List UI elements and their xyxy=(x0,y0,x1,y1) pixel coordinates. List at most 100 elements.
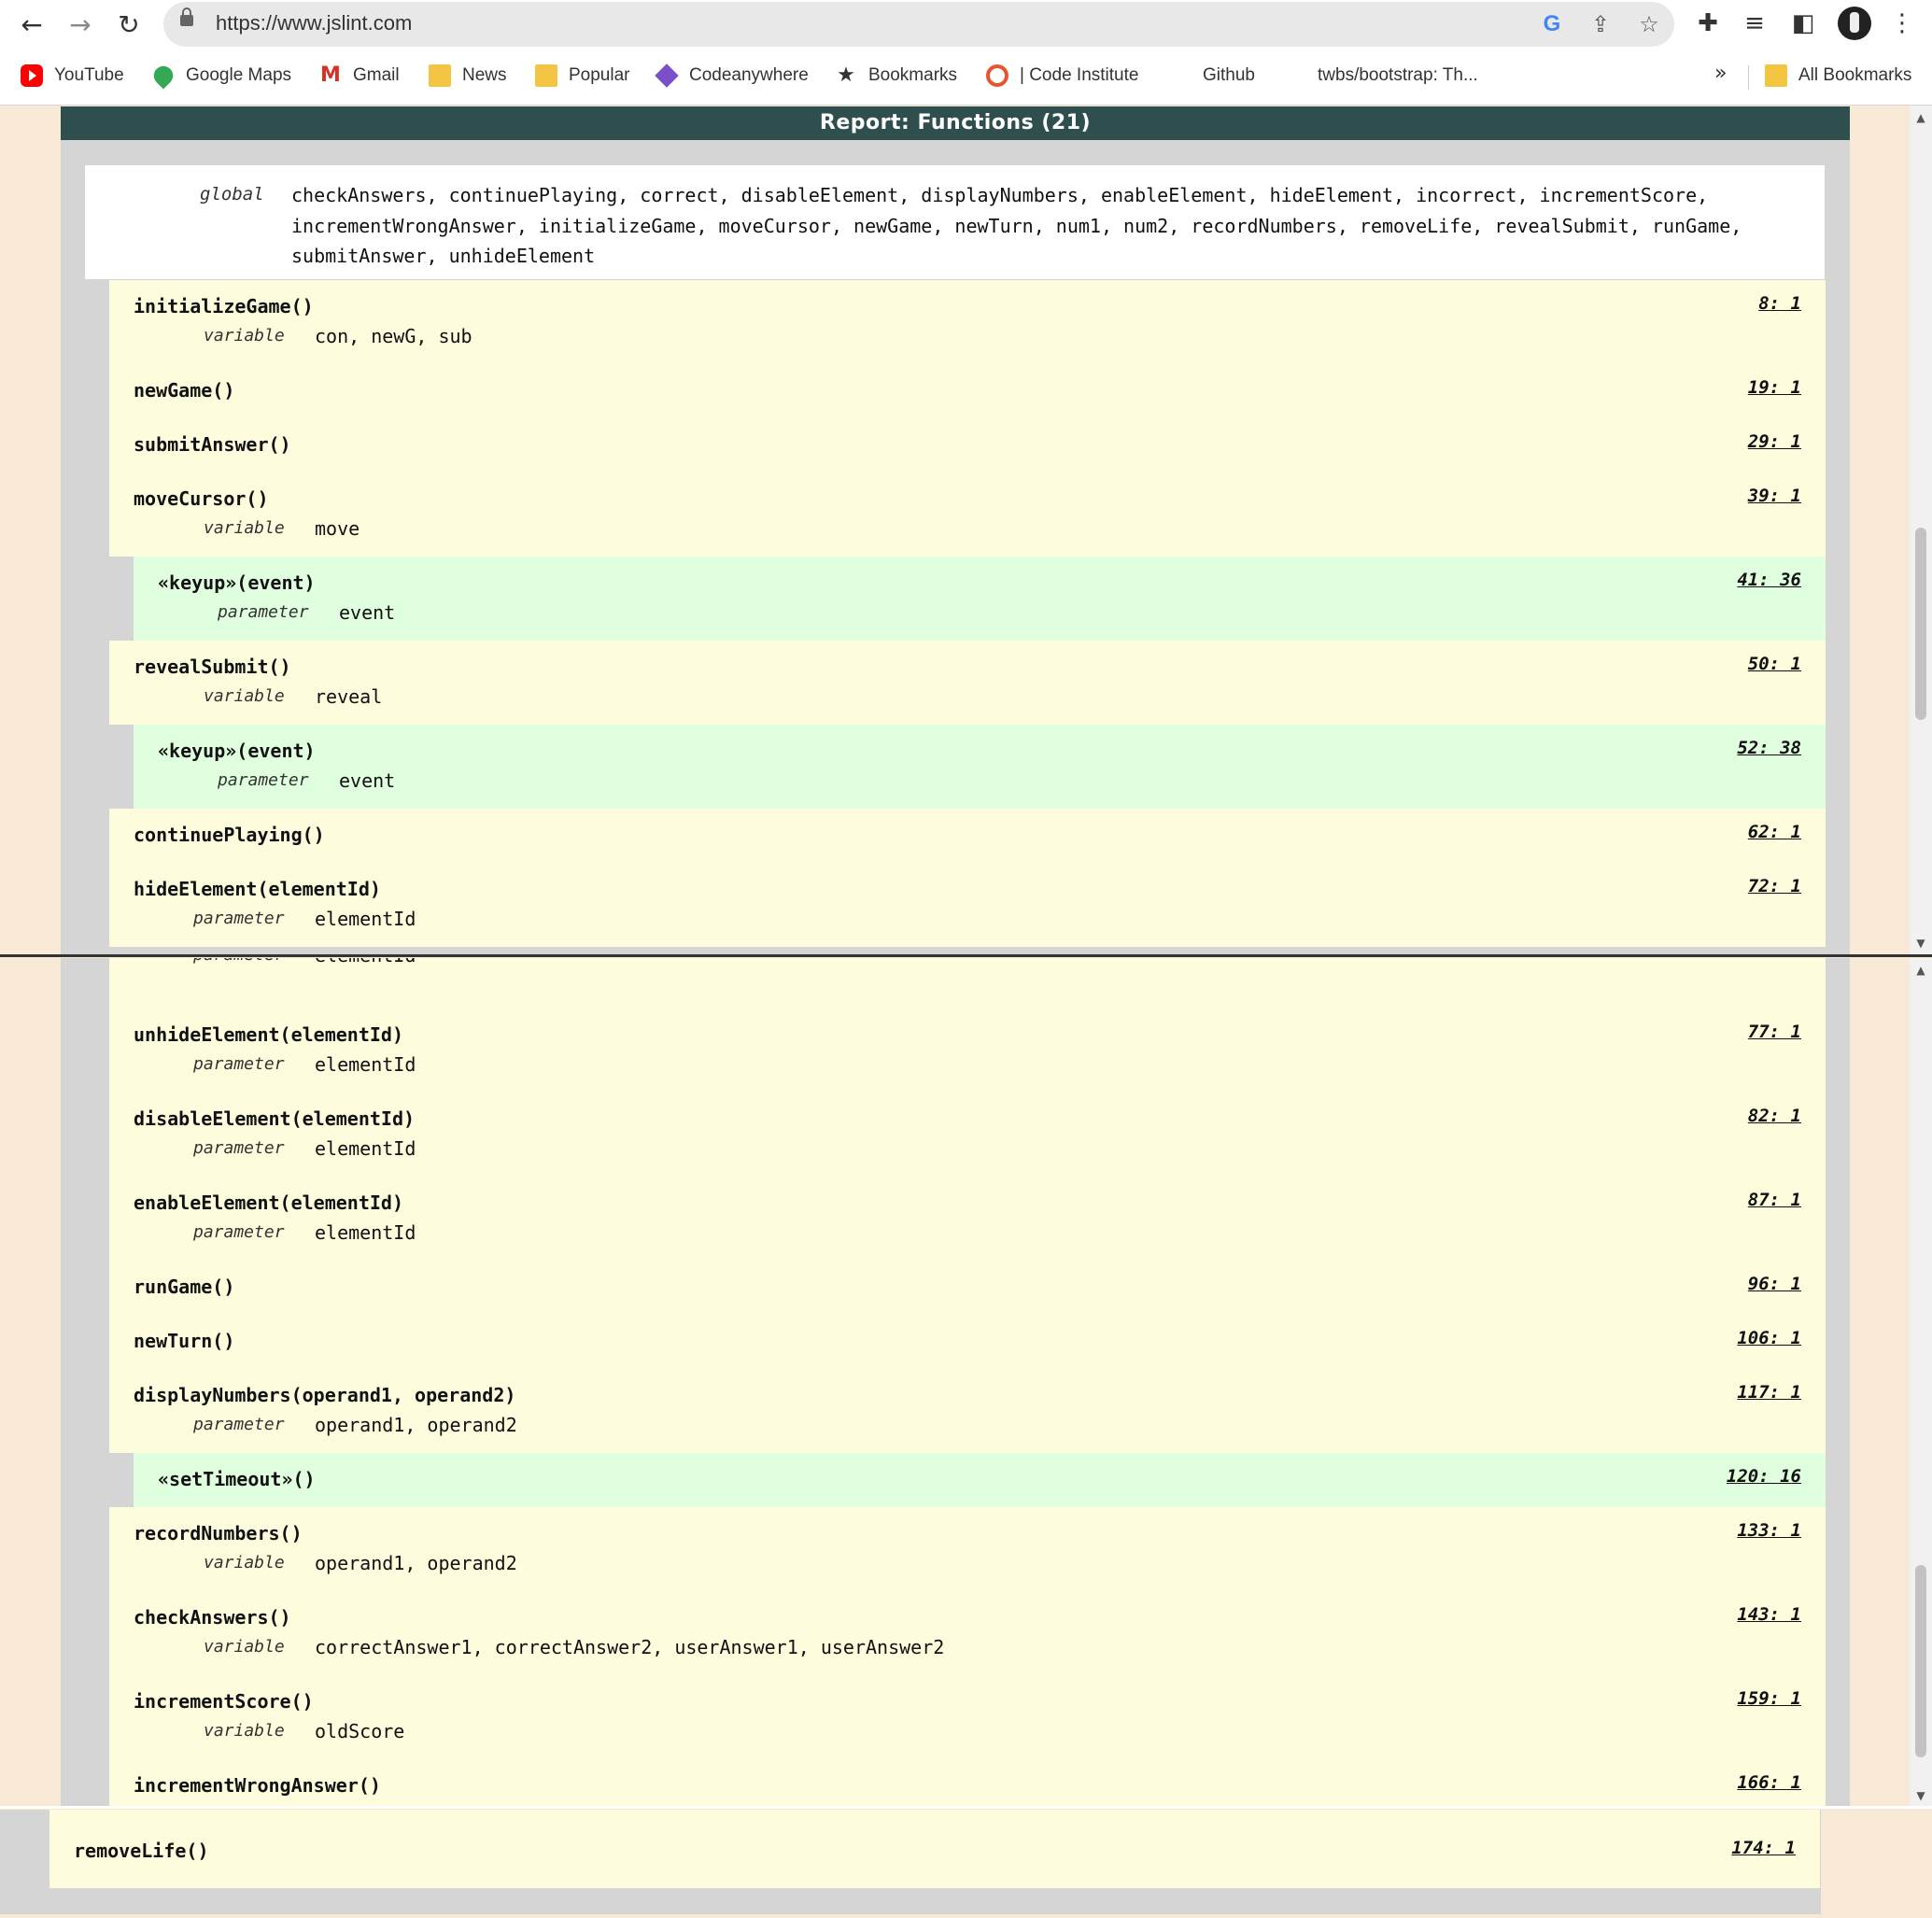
profile-avatar[interactable] xyxy=(1838,7,1871,40)
function-signature: revealSubmit() xyxy=(134,656,291,678)
bookmarks-overflow-button[interactable]: » xyxy=(1714,62,1727,85)
function-signature: newGame() xyxy=(134,379,235,402)
declaration-names: elementId xyxy=(315,1137,416,1160)
function-row-partial: parameter elementId xyxy=(109,958,1826,1008)
bookmark-gmail[interactable]: M Gmail xyxy=(319,62,400,90)
line-column-link[interactable]: 174: 1 xyxy=(1731,1838,1796,1858)
line-column-link[interactable]: 82: 1 xyxy=(1748,1106,1801,1126)
function-signature: disableElement(elementId) xyxy=(134,1107,416,1130)
reading-list-icon[interactable]: ≡ xyxy=(1739,7,1770,39)
declaration-kind: parameter xyxy=(193,1222,285,1242)
bookmark-bootstrap[interactable]: twbs/bootstrap: Th... xyxy=(1318,62,1478,90)
back-icon[interactable]: ← xyxy=(13,6,50,43)
bookmark-label: | Code Institute xyxy=(1020,65,1139,85)
function-signature: continuePlaying() xyxy=(134,824,325,846)
star-icon: ★ xyxy=(837,63,855,87)
scrollbar[interactable]: ▲ ▼ xyxy=(1910,106,1932,954)
bookmarks-separator xyxy=(1748,65,1749,90)
function-list: initializeGame() 8: 1 variable con, newG, s… xyxy=(0,106,1932,954)
bookmark-label: Google Maps xyxy=(186,65,292,85)
function-row: displayNumbers(operand1, operand2) 117: 1… xyxy=(109,1369,1826,1453)
function-row: initializeGame() 8: 1 variable con, newG, s… xyxy=(109,280,1826,364)
function-row: submitAnswer() 29: 1 xyxy=(109,418,1826,472)
line-column-link[interactable]: 166: 1 xyxy=(1737,1772,1801,1793)
declaration-kind: variable xyxy=(204,1553,285,1572)
share-icon[interactable]: ⇪ xyxy=(1587,11,1614,37)
declaration-kind: parameter xyxy=(193,1415,285,1434)
gmail-icon: M xyxy=(320,63,341,87)
line-column-link[interactable]: 19: 1 xyxy=(1748,377,1801,398)
bookmark-label: Popular xyxy=(569,65,630,85)
function-signature: moveCursor() xyxy=(134,487,269,510)
function-signature: hideElement(elementId) xyxy=(134,878,381,900)
forward-icon[interactable]: → xyxy=(62,6,99,43)
scrollbar[interactable]: ▲ ▼ xyxy=(1910,958,1932,1806)
browser-toolbar: ← → ↻ https://www.jslint.com G ⇪ ☆ ✚ ≡ ◧… xyxy=(0,0,1932,49)
bookmark-youtube[interactable]: YouTube xyxy=(21,62,124,90)
url-text: https://www.jslint.com xyxy=(216,11,413,35)
function-row: moveCursor() 39: 1 variable move xyxy=(109,472,1826,557)
extensions-icon[interactable]: ✚ xyxy=(1692,7,1724,39)
bookmark-bookmarks[interactable]: ★ Bookmarks xyxy=(835,62,957,90)
line-column-link[interactable]: 159: 1 xyxy=(1737,1688,1801,1709)
bookmark-github[interactable]: Github xyxy=(1203,62,1255,90)
function-row: checkAnswers() 143: 1 variable correctAnswe… xyxy=(109,1591,1826,1675)
scroll-down-icon[interactable]: ▼ xyxy=(1914,938,1927,949)
function-row: enableElement(elementId) 87: 1 parameter el… xyxy=(109,1177,1826,1261)
declaration-names: operand1, operand2 xyxy=(315,1414,517,1436)
reload-icon[interactable]: ↻ xyxy=(110,6,148,43)
all-bookmarks-button[interactable]: All Bookmarks xyxy=(1765,62,1911,90)
bookmark-code-institute[interactable]: | Code Institute xyxy=(986,62,1138,90)
nested-function-row: «setTimeout»() 120: 16 xyxy=(134,1453,1826,1507)
line-column-link[interactable]: 77: 1 xyxy=(1748,1022,1801,1042)
line-column-link[interactable]: 133: 1 xyxy=(1737,1520,1801,1541)
function-row: recordNumbers() 133: 1 variable operand1, o… xyxy=(109,1507,1826,1591)
line-column-link[interactable]: 41: 36 xyxy=(1737,570,1801,590)
function-list: removeLife() 174: 1 xyxy=(0,1810,1932,1914)
function-row: newGame() 19: 1 xyxy=(109,364,1826,418)
line-column-link[interactable]: 29: 1 xyxy=(1748,431,1801,452)
line-column-link[interactable]: 50: 1 xyxy=(1748,654,1801,674)
google-lens-icon[interactable]: G xyxy=(1539,11,1565,37)
bookmark-popular[interactable]: Popular xyxy=(535,62,630,90)
scrollbar-thumb[interactable] xyxy=(1915,1565,1926,1757)
scroll-down-icon[interactable]: ▼ xyxy=(1914,1790,1927,1801)
bookmark-google-maps[interactable]: Google Maps xyxy=(149,62,292,90)
side-panel-icon[interactable]: ◧ xyxy=(1787,7,1819,39)
function-signature: «setTimeout»() xyxy=(158,1468,316,1490)
scrollbar-thumb[interactable] xyxy=(1915,528,1926,720)
function-row: disableElement(elementId) 82: 1 parameter e… xyxy=(109,1093,1826,1177)
bookmark-codeanywhere[interactable]: Codeanywhere xyxy=(655,62,809,90)
function-row: continuePlaying() 62: 1 xyxy=(109,809,1826,863)
line-column-link[interactable]: 143: 1 xyxy=(1737,1604,1801,1625)
address-bar[interactable]: https://www.jslint.com G ⇪ ☆ xyxy=(163,2,1674,47)
bookmark-news[interactable]: News xyxy=(429,62,507,90)
declaration-names: elementId xyxy=(315,1053,416,1076)
declaration-kind: variable xyxy=(204,1721,285,1741)
function-signature: checkAnswers() xyxy=(134,1606,291,1629)
line-column-link[interactable]: 39: 1 xyxy=(1748,486,1801,506)
line-column-link[interactable]: 96: 1 xyxy=(1748,1274,1801,1294)
declaration-kind: parameter xyxy=(218,770,309,790)
function-signature: unhideElement(elementId) xyxy=(134,1023,403,1046)
scroll-up-icon[interactable]: ▲ xyxy=(1914,965,1927,976)
bookmark-label: Github xyxy=(1203,65,1255,85)
line-column-link[interactable]: 117: 1 xyxy=(1737,1382,1801,1403)
line-column-link[interactable]: 72: 1 xyxy=(1748,876,1801,896)
line-column-link[interactable]: 120: 16 xyxy=(1727,1466,1801,1487)
bookmark-label: Bookmarks xyxy=(868,65,958,85)
bookmark-star-icon[interactable]: ☆ xyxy=(1636,11,1662,37)
scroll-up-icon[interactable]: ▲ xyxy=(1914,112,1927,123)
line-column-link[interactable]: 106: 1 xyxy=(1737,1328,1801,1348)
line-column-link[interactable]: 62: 1 xyxy=(1748,822,1801,842)
line-column-link[interactable]: 8: 1 xyxy=(1758,293,1801,314)
declaration-kind: parameter xyxy=(193,909,285,928)
maps-pin-icon xyxy=(149,62,177,90)
line-column-link[interactable]: 87: 1 xyxy=(1748,1190,1801,1210)
line-column-link[interactable]: 52: 38 xyxy=(1737,738,1801,758)
declaration-names: reveal xyxy=(315,685,383,708)
menu-icon[interactable]: ⋮ xyxy=(1886,7,1918,39)
screenshot-divider xyxy=(0,954,1932,957)
function-row: removeLife() 174: 1 xyxy=(49,1810,1820,1888)
declaration-kind: parameter xyxy=(193,1054,285,1074)
